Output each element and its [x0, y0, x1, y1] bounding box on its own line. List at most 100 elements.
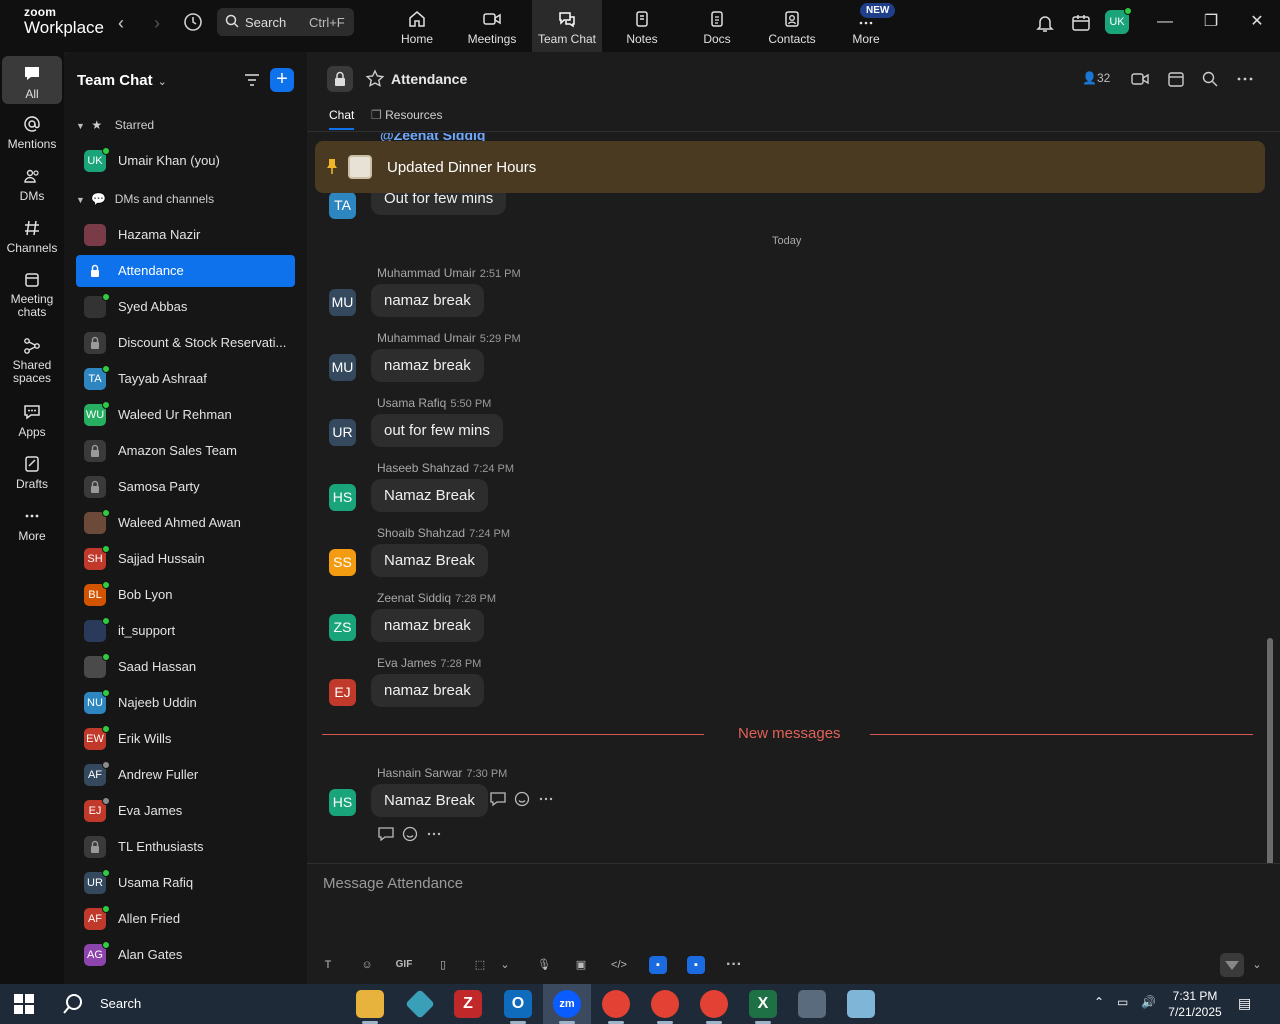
sidebar-item[interactable]: UR Usama Rafiq — [76, 867, 295, 899]
more-icon[interactable] — [537, 790, 555, 808]
text-format-icon[interactable]: T — [319, 956, 337, 974]
message-bubble[interactable]: namaz break — [371, 349, 484, 382]
search-icon[interactable] — [62, 993, 84, 1015]
sidebar-item[interactable]: Attendance — [76, 255, 295, 287]
sidebar-item[interactable]: NU Najeeb Uddin — [76, 687, 295, 719]
rail-dms[interactable]: DMs — [2, 166, 62, 203]
more-icon[interactable] — [425, 825, 443, 843]
reply-icon[interactable] — [489, 790, 507, 808]
rail-meeting-chats[interactable]: Meeting chats — [2, 270, 62, 319]
new-chat-button[interactable]: + — [270, 68, 294, 92]
whiteboard-icon[interactable] — [1070, 12, 1092, 34]
message-bubble[interactable]: out for few mins — [371, 414, 503, 447]
message-bubble[interactable]: namaz break — [371, 674, 484, 707]
app2-icon[interactable]: ▪ — [687, 956, 705, 974]
sidebar-item[interactable]: Hazama Nazir — [76, 219, 295, 251]
sidebar-item[interactable]: Amazon Sales Team — [76, 435, 295, 467]
more-icon[interactable] — [1235, 69, 1255, 89]
search-icon[interactable] — [1200, 69, 1220, 89]
back-arrow-icon[interactable]: ‹ — [110, 12, 132, 34]
star-icon[interactable] — [365, 69, 385, 89]
members-count[interactable]: 👤32 — [1082, 71, 1110, 85]
message-bubble[interactable]: Namaz Break — [371, 544, 488, 577]
screenshot-icon[interactable]: ⬚ — [471, 956, 489, 974]
scrollbar[interactable] — [1267, 638, 1273, 863]
sidebar-item[interactable]: Discount & Stock Reservati... — [76, 327, 295, 359]
app1-icon[interactable]: ▪ — [649, 956, 667, 974]
reply-icon[interactable] — [377, 825, 395, 843]
volume-icon[interactable]: 🔊 — [1141, 995, 1159, 1013]
send-button[interactable] — [1220, 953, 1244, 977]
windows-start-icon[interactable] — [14, 994, 34, 1014]
minimize-icon[interactable]: — — [1155, 12, 1175, 32]
sidebar-item[interactable]: WU Waleed Ur Rehman — [76, 399, 295, 431]
filter-icon[interactable] — [242, 70, 262, 90]
tab-notes[interactable]: Notes — [607, 0, 677, 52]
video-icon[interactable] — [1130, 69, 1150, 89]
zoom-icon[interactable]: zm — [553, 990, 581, 1018]
sidebar-title[interactable]: Team Chat ⌄ — [77, 72, 167, 89]
taskbar-search-label[interactable]: Search — [100, 996, 141, 1011]
calendar-icon[interactable] — [1166, 69, 1186, 89]
network-icon[interactable]: ▭ — [1117, 995, 1135, 1013]
tab-docs[interactable]: Docs — [682, 0, 752, 52]
message-bubble[interactable]: Namaz Break — [371, 479, 488, 512]
calculator-icon[interactable] — [798, 990, 826, 1018]
tab-team-chat[interactable]: Team Chat — [532, 0, 602, 52]
app-icon[interactable] — [847, 990, 875, 1018]
sidebar-item[interactable]: Samosa Party — [76, 471, 295, 503]
sidebar-item[interactable]: Saad Hassan — [76, 651, 295, 683]
emoji-reaction-icon[interactable] — [513, 790, 531, 808]
tab-chat[interactable]: Chat — [329, 108, 355, 130]
chrome-icon[interactable] — [651, 990, 679, 1018]
filezilla-icon[interactable]: Z — [454, 990, 482, 1018]
sidebar-item[interactable]: AG Alan Gates — [76, 939, 295, 971]
sidebar-item[interactable]: TL Enthusiasts — [76, 831, 295, 863]
sidebar-item[interactable]: TA Tayyab Ashraaf — [76, 363, 295, 395]
rail-drafts[interactable]: Drafts — [2, 454, 62, 491]
message-bubble[interactable]: namaz break — [371, 609, 484, 642]
file-explorer-icon[interactable] — [356, 990, 384, 1018]
history-icon[interactable] — [182, 11, 204, 33]
file-icon[interactable]: ▯ — [434, 956, 452, 974]
sidebar-item[interactable]: EJ Eva James — [76, 795, 295, 827]
chrome-icon[interactable] — [700, 990, 728, 1018]
starred-section-header[interactable]: ▼ ★ Starred — [76, 118, 154, 132]
search-bar[interactable]: Search Ctrl+F — [217, 8, 354, 36]
message-bubble[interactable]: Namaz Break — [371, 784, 488, 817]
sidebar-item-starred[interactable]: UK Umair Khan (you) — [76, 145, 295, 177]
tab-resources[interactable]: ❐ Resources — [371, 108, 442, 128]
composer-placeholder[interactable]: Message Attendance — [323, 875, 463, 892]
rail-shared-spaces[interactable]: Shared spaces — [2, 336, 62, 385]
more-icon[interactable]: ··· — [725, 956, 743, 974]
sidebar-item[interactable]: Syed Abbas — [76, 291, 295, 323]
emoji-reaction-icon[interactable] — [401, 825, 419, 843]
tab-contacts[interactable]: Contacts — [757, 0, 827, 52]
sidebar-item[interactable]: SH Sajjad Hussain — [76, 543, 295, 575]
app-diamond-icon[interactable] — [405, 989, 435, 1019]
mic-icon[interactable]: 🎙 — [535, 956, 553, 974]
rail-mentions[interactable]: Mentions — [2, 114, 62, 151]
dms-section-header[interactable]: ▼ 💬 DMs and channels — [76, 192, 214, 206]
sidebar-item[interactable]: BL Bob Lyon — [76, 579, 295, 611]
tab-meetings[interactable]: Meetings — [457, 0, 527, 52]
sidebar-item[interactable]: it_support — [76, 615, 295, 647]
sidebar-item[interactable]: AF Andrew Fuller — [76, 759, 295, 791]
rail-channels[interactable]: Channels — [2, 218, 62, 255]
rail-apps[interactable]: Apps — [2, 402, 62, 439]
sidebar-item[interactable]: EW Erik Wills — [76, 723, 295, 755]
message-composer[interactable]: Message Attendance T ☺ GIF ▯ ⬚ ⌄ 🎙 ▣ </>… — [307, 863, 1280, 984]
excel-icon[interactable]: X — [749, 990, 777, 1018]
chrome-icon[interactable] — [602, 990, 630, 1018]
rail-all[interactable]: All — [2, 56, 62, 104]
video-msg-icon[interactable]: ▣ — [572, 956, 590, 974]
outlook-icon[interactable]: O — [504, 990, 532, 1018]
tab-home[interactable]: Home — [382, 0, 452, 52]
forward-arrow-icon[interactable]: › — [146, 12, 168, 34]
close-icon[interactable]: ✕ — [1247, 12, 1267, 32]
gif-button[interactable]: GIF — [395, 956, 413, 974]
rail-more[interactable]: More — [2, 506, 62, 543]
bell-icon[interactable] — [1034, 12, 1056, 34]
sidebar-item[interactable]: AF Allen Fried — [76, 903, 295, 935]
chevron-down-icon[interactable]: ⌄ — [1248, 956, 1266, 974]
